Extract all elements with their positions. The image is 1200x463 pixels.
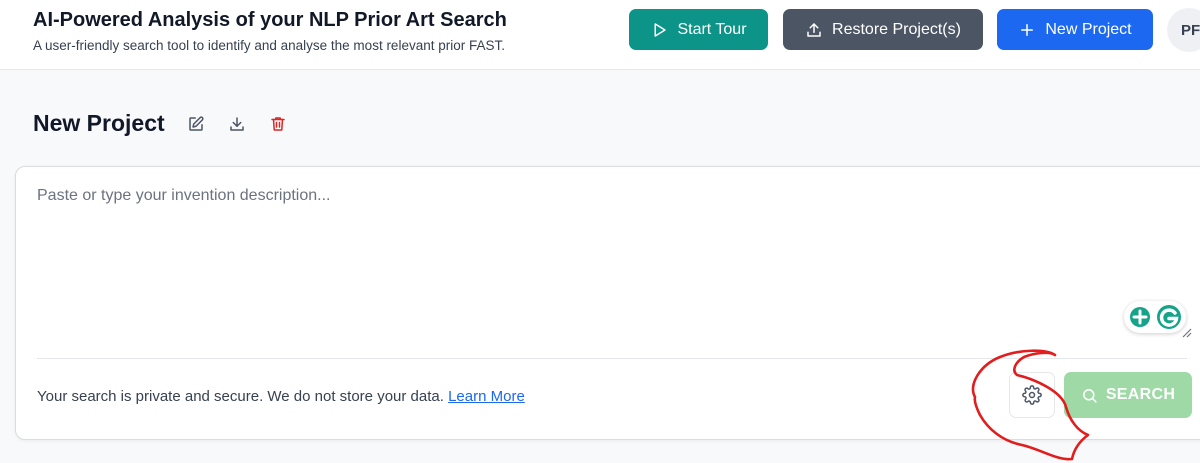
play-icon [654,22,667,37]
restore-projects-button[interactable]: Restore Project(s) [783,9,983,50]
search-icon [1082,388,1097,403]
trash-icon [271,117,285,131]
search-button[interactable]: SEARCH [1064,372,1192,418]
privacy-text: Your search is private and secure. We do… [37,388,444,405]
footer-divider [37,358,1187,359]
invention-card: Your search is private and secure. We do… [15,166,1200,440]
delete-project-button[interactable] [268,114,288,134]
app-title: AI-Powered Analysis of your NLP Prior Ar… [33,9,507,31]
grammarly-widget[interactable] [1124,301,1186,333]
learn-more-link[interactable]: Learn More [448,388,525,405]
edit-project-button[interactable] [186,114,206,134]
start-tour-label: Start Tour [677,20,747,38]
search-label: SEARCH [1105,386,1176,403]
new-project-label: New Project [1045,20,1132,38]
user-avatar[interactable]: PF [1167,8,1200,52]
app-header: AI-Powered Analysis of your NLP Prior Ar… [0,0,1200,70]
download-icon [230,117,244,131]
plus-icon [1021,23,1034,36]
restore-projects-label: Restore Project(s) [832,20,961,38]
invention-description-input[interactable] [37,187,1177,347]
start-tour-button[interactable]: Start Tour [629,9,768,50]
edit-icon [189,116,204,131]
gear-icon [1022,385,1042,405]
search-settings-button[interactable] [1009,372,1055,418]
upload-icon [807,22,821,37]
project-title: New Project [33,110,165,136]
new-project-button[interactable]: New Project [997,9,1153,50]
grammarly-icon [1130,305,1181,329]
download-project-button[interactable] [227,114,247,134]
privacy-note: Your search is private and secure. We do… [37,388,525,405]
app-subtitle: A user-friendly search tool to identify … [33,38,505,53]
resize-handle-icon[interactable] [1182,328,1192,338]
